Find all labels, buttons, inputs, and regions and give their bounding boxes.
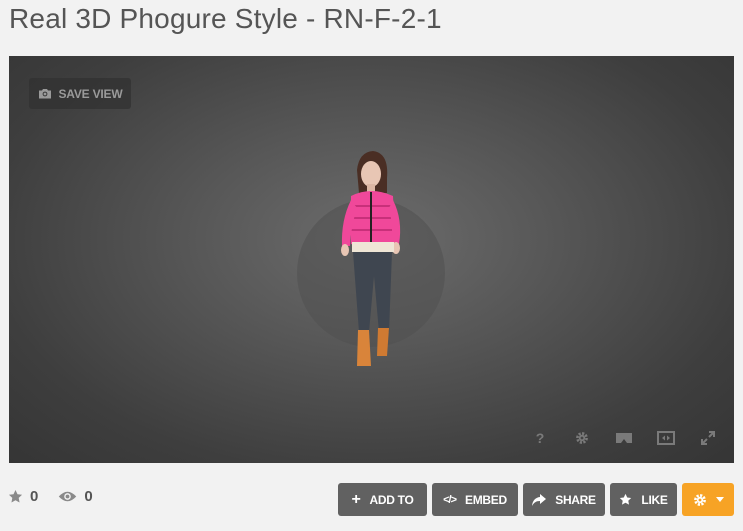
like-button[interactable]: LIKE: [610, 483, 677, 516]
star-icon: [8, 489, 23, 503]
fullscreen-icon[interactable]: [698, 429, 718, 447]
star-icon: [620, 493, 632, 505]
page-title: Real 3D Phogure Style - RN-F-2-1: [9, 3, 442, 34]
share-arrow-icon: [532, 493, 547, 506]
save-view-label: SAVE VIEW: [58, 86, 123, 101]
camera-icon: [38, 89, 51, 99]
action-bar: + ADD TO </> EMBED SHARE LIKE: [338, 483, 734, 516]
viewer-toolbar: ?: [530, 429, 718, 447]
settings-icon[interactable]: [572, 429, 592, 447]
save-view-button[interactable]: SAVE VIEW: [29, 78, 131, 109]
like-count: 0: [8, 488, 38, 505]
add-to-button[interactable]: + ADD TO: [338, 483, 427, 516]
view-count: 0: [58, 488, 93, 505]
fit-view-icon[interactable]: [656, 429, 676, 447]
plus-icon: +: [351, 490, 361, 508]
help-icon[interactable]: ?: [530, 429, 550, 447]
3d-viewer[interactable]: SAVE VIEW ?: [9, 56, 734, 463]
gear-icon: [693, 493, 706, 506]
code-icon: </>: [443, 493, 457, 506]
settings-dropdown-button[interactable]: [682, 483, 734, 516]
caret-down-icon: [715, 497, 724, 502]
model-stats: 0 0: [8, 488, 93, 505]
eye-icon: [59, 491, 77, 502]
3d-model-figure[interactable]: [329, 148, 409, 378]
embed-button[interactable]: </> EMBED: [432, 483, 518, 516]
share-button[interactable]: SHARE: [523, 483, 605, 516]
vr-icon[interactable]: [614, 429, 634, 447]
